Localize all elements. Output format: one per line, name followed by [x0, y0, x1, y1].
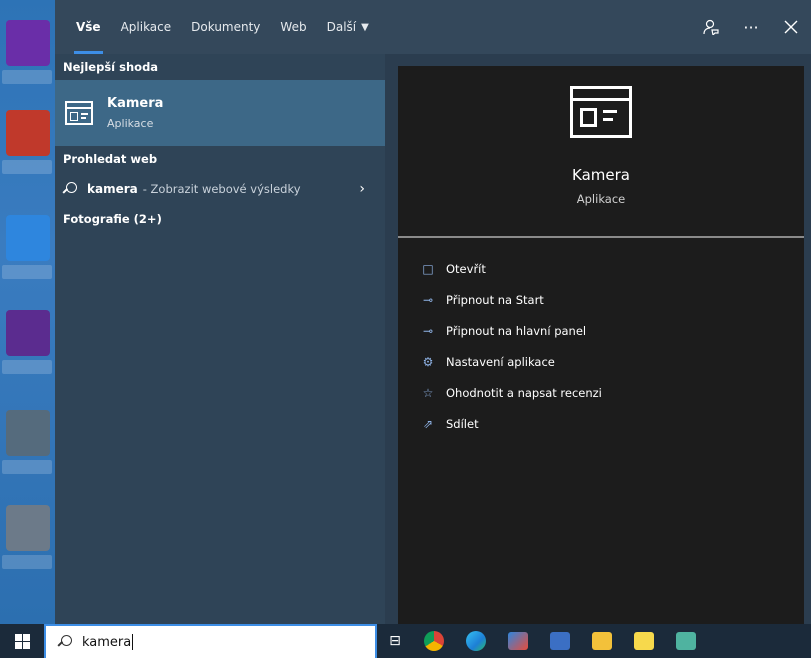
desktop-shortcut-icon[interactable] [6, 410, 50, 456]
desktop-shortcut-icon[interactable] [6, 310, 50, 356]
desktop-shortcut-label [2, 160, 52, 174]
desktop-shortcut-label [2, 555, 52, 569]
edge-icon[interactable] [455, 624, 497, 658]
folder-icon[interactable] [581, 624, 623, 658]
search-input[interactable]: kamera [82, 635, 131, 650]
feedback-icon[interactable] [691, 7, 731, 47]
open-icon: □ [422, 261, 434, 276]
star-list-icon: ☆ [422, 385, 434, 400]
detail-subtitle: Aplikace [576, 192, 626, 206]
desktop-shortcut-label [2, 460, 52, 474]
tab-more-label: Další [326, 20, 357, 34]
sticky-notes-icon[interactable] [623, 624, 665, 658]
search-web-header: Prohledat web [63, 152, 158, 166]
action-rate-review[interactable]: ☆ Ohodnotit a napsat recenzi [420, 377, 602, 408]
best-match-name: Kamera [107, 96, 164, 111]
more-icon[interactable]: ··· [731, 7, 771, 47]
best-match-header: Nejlepší shoda [63, 60, 159, 74]
taskbar-search-box[interactable]: kamera [44, 624, 377, 658]
action-label: Sdílet [446, 416, 479, 431]
desktop-shortcut-label [2, 360, 52, 374]
desktop-shortcut-icon[interactable] [6, 20, 50, 66]
search-icon [58, 635, 72, 649]
chrome-icon[interactable] [413, 624, 455, 658]
action-label: Otevřít [446, 261, 486, 276]
windows-icon [14, 633, 30, 649]
pin-icon: ⊸ [422, 323, 434, 338]
start-button[interactable] [0, 624, 44, 658]
action-share[interactable]: ⇗ Sdílet [420, 408, 602, 439]
tab-all[interactable]: Vše [74, 0, 103, 54]
search-icon [63, 182, 77, 196]
action-label: Nastavení aplikace [446, 354, 555, 369]
web-suffix: - Zobrazit webové výsledky [142, 182, 301, 196]
action-label: Ohodnotit a napsat recenzi [446, 385, 602, 400]
action-pin-taskbar[interactable]: ⊸ Připnout na hlavní panel [420, 315, 602, 346]
action-label: Připnout na Start [446, 292, 544, 307]
desktop-shortcut-icon[interactable] [6, 505, 50, 551]
search-panel: Vše Aplikace Dokumenty Web Další ▼ ··· N… [55, 0, 811, 624]
caret-down-icon: ▼ [361, 21, 369, 33]
app-icon[interactable] [497, 624, 539, 658]
best-match-kamera[interactable]: Kamera Aplikace [55, 80, 385, 146]
task-view-icon[interactable]: ⊟ [377, 624, 413, 658]
app-icon[interactable] [665, 624, 707, 658]
tab-documents[interactable]: Dokumenty [191, 0, 260, 54]
tab-apps[interactable]: Aplikace [121, 0, 172, 54]
close-icon[interactable] [771, 7, 811, 47]
tab-web[interactable]: Web [280, 0, 306, 54]
search-tabs-bar: Vše Aplikace Dokumenty Web Další ▼ ··· [55, 0, 811, 54]
action-label: Připnout na hlavní panel [446, 323, 587, 338]
desktop-shortcut-label [2, 70, 52, 84]
photos-header[interactable]: Fotografie (2+) [55, 206, 385, 232]
desktop-shortcut-icon[interactable] [6, 215, 50, 261]
gear-icon: ⚙ [422, 354, 434, 369]
camera-app-icon [65, 101, 93, 125]
tab-more[interactable]: Další ▼ [327, 0, 369, 54]
detail-title: Kamera [572, 166, 630, 184]
action-app-settings[interactable]: ⚙ Nastavení aplikace [420, 346, 602, 377]
action-open[interactable]: □ Otevřít [420, 253, 602, 284]
web-search-result[interactable]: kamera - Zobrazit webové výsledky › [55, 172, 385, 206]
text-cursor [132, 634, 134, 650]
desktop-background [0, 0, 55, 624]
desktop-shortcut-label [2, 265, 52, 279]
chevron-right-icon[interactable]: › [359, 181, 365, 197]
detail-pane: Kamera Aplikace □ Otevřít ⊸ Připnout na … [398, 66, 804, 624]
action-list: □ Otevřít ⊸ Připnout na Start ⊸ Připnout… [420, 253, 602, 439]
action-pin-start[interactable]: ⊸ Připnout na Start [420, 284, 602, 315]
web-query: kamera [87, 182, 138, 196]
camera-app-icon [570, 86, 632, 138]
divider [398, 236, 804, 238]
share-icon: ⇗ [422, 416, 434, 431]
best-match-type: Aplikace [107, 117, 154, 130]
taskbar: kamera ⊟ [0, 624, 811, 658]
desktop-shortcut-icon[interactable] [6, 110, 50, 156]
app-icon[interactable] [539, 624, 581, 658]
pin-icon: ⊸ [422, 292, 434, 307]
results-list: Nejlepší shoda Kamera Aplikace Prohledat… [55, 54, 385, 624]
